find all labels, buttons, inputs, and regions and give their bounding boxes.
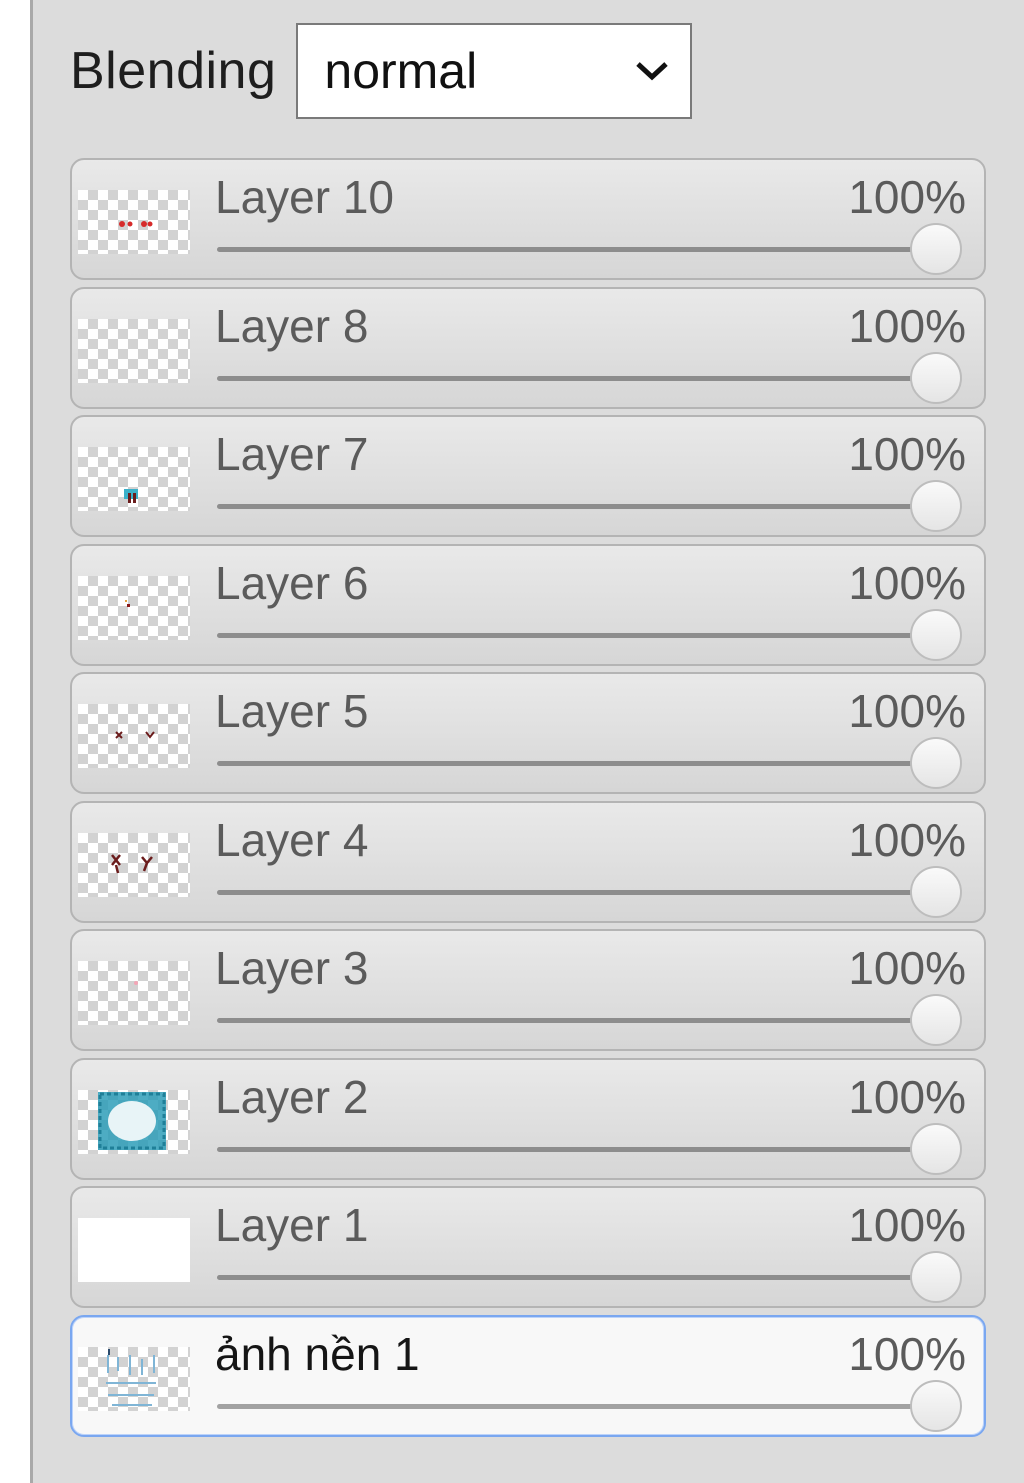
layer-row[interactable]: ảnh nền 1 100% — [70, 1314, 986, 1437]
layer-opacity-value: 100% — [848, 171, 966, 223]
layer-list: Layer 10 100% Layer 8 100% Layer 7 100% Layer … — [70, 158, 986, 1443]
layer-opacity-value: 100% — [848, 1070, 966, 1123]
opacity-slider-handle[interactable] — [910, 608, 962, 661]
opacity-slider-track[interactable] — [217, 761, 942, 766]
blending-select-value: normal — [324, 43, 478, 99]
opacity-slider-track[interactable] — [217, 1018, 942, 1023]
layer-name: Layer 10 — [215, 171, 395, 223]
layer-name: Layer 2 — [215, 1070, 369, 1123]
layer-thumbnail — [78, 190, 190, 254]
layer-row[interactable]: Layer 10 100% — [70, 158, 986, 280]
layer-opacity-value: 100% — [848, 299, 966, 352]
layer-name: ảnh nền 1 — [215, 1327, 420, 1380]
layer-name: Layer 5 — [215, 685, 369, 737]
opacity-slider-handle[interactable] — [910, 1379, 962, 1432]
layer-row[interactable]: Layer 2 100% — [70, 1057, 986, 1180]
layer-opacity-value: 100% — [848, 685, 966, 737]
layer-name: Layer 7 — [215, 428, 369, 480]
layer-row[interactable]: Layer 6 100% — [70, 543, 986, 666]
opacity-slider-track[interactable] — [217, 889, 942, 895]
layer-row[interactable]: Layer 5 100% — [70, 672, 986, 794]
opacity-slider-handle[interactable] — [910, 351, 962, 404]
opacity-slider-handle[interactable] — [910, 1122, 962, 1175]
layer-thumbnail — [78, 575, 190, 640]
layer-name: Layer 4 — [215, 813, 369, 866]
layer-row[interactable]: Layer 1 100% — [70, 1186, 986, 1308]
opacity-slider-track[interactable] — [217, 1403, 942, 1409]
layer-opacity-value: 100% — [848, 1327, 966, 1380]
opacity-slider-handle[interactable] — [910, 994, 962, 1046]
layer-row[interactable]: Layer 4 100% — [70, 800, 986, 923]
layer-opacity-value: 100% — [848, 813, 966, 866]
layer-thumbnail — [78, 1346, 190, 1411]
blending-label: Blending — [70, 42, 277, 100]
layer-thumbnail — [78, 318, 190, 383]
opacity-slider-track[interactable] — [217, 375, 942, 381]
opacity-slider-handle[interactable] — [910, 480, 962, 532]
layer-opacity-value: 100% — [848, 1199, 966, 1251]
layer-thumbnail — [78, 1218, 190, 1282]
layer-name: Layer 6 — [215, 556, 369, 609]
chevron-down-icon — [636, 62, 669, 81]
opacity-slider-track[interactable] — [217, 1146, 942, 1152]
opacity-slider-track[interactable] — [217, 247, 942, 252]
opacity-slider-handle[interactable] — [910, 737, 962, 789]
opacity-slider-track[interactable] — [217, 504, 942, 509]
layer-thumbnail — [78, 832, 190, 897]
layer-name: Layer 3 — [215, 942, 369, 994]
opacity-slider-handle[interactable] — [910, 223, 962, 275]
layer-opacity-value: 100% — [848, 428, 966, 480]
panel-left-edge — [0, 0, 33, 1483]
layer-name: Layer 8 — [215, 299, 369, 352]
layer-thumbnail — [78, 704, 190, 768]
layer-thumbnail — [78, 961, 190, 1025]
layer-opacity-value: 100% — [848, 556, 966, 609]
layer-thumbnail — [78, 1089, 190, 1154]
opacity-slider-track[interactable] — [217, 632, 942, 638]
layer-row[interactable]: Layer 7 100% — [70, 415, 986, 537]
blending-select[interactable]: normal — [296, 23, 693, 119]
blending-row: Blending normal — [70, 22, 693, 120]
opacity-slider-handle[interactable] — [910, 1251, 962, 1303]
opacity-slider-track[interactable] — [217, 1275, 942, 1280]
layer-opacity-value: 100% — [848, 942, 966, 994]
layer-row[interactable]: Layer 8 100% — [70, 286, 986, 409]
layer-thumbnail — [78, 447, 190, 511]
opacity-slider-handle[interactable] — [910, 865, 962, 918]
layer-row[interactable]: Layer 3 100% — [70, 929, 986, 1051]
layer-name: Layer 1 — [215, 1199, 369, 1251]
